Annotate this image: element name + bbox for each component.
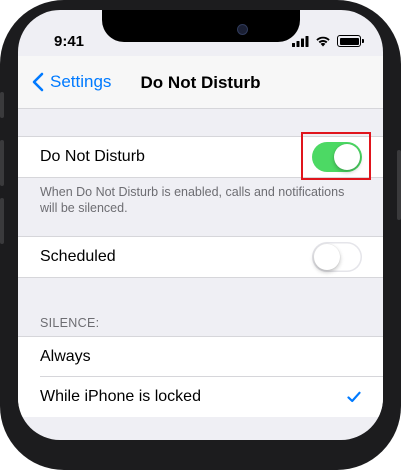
highlight-box: [301, 132, 371, 180]
scheduled-row[interactable]: Scheduled: [18, 236, 383, 278]
notch: [102, 10, 300, 42]
volume-up-button: [0, 140, 4, 186]
scheduled-label: Scheduled: [40, 248, 116, 265]
checkmark-icon: [347, 391, 361, 403]
side-button: [397, 150, 401, 220]
navigation-bar: Settings Do Not Disturb: [18, 56, 383, 109]
phone-screen: 9:41 Settings Do Not Disturb Do Not Dist…: [18, 10, 383, 440]
option-while-locked[interactable]: While iPhone is locked: [18, 377, 383, 417]
volume-down-button: [0, 198, 4, 244]
battery-icon: [337, 35, 364, 47]
wifi-icon: [316, 36, 330, 47]
status-bar: 9:41: [18, 10, 383, 56]
status-time: 9:41: [54, 33, 85, 50]
front-camera-icon: [237, 24, 248, 35]
page-title: Do Not Disturb: [140, 73, 261, 92]
silence-section-header: SILENCE:: [40, 316, 100, 330]
scheduled-toggle[interactable]: [312, 242, 362, 272]
option-label: While iPhone is locked: [40, 388, 201, 405]
dnd-footer-note: When Do Not Disturb is enabled, calls an…: [40, 185, 345, 215]
option-label: Always: [40, 348, 91, 365]
silent-switch: [0, 92, 4, 118]
toggle-knob: [314, 244, 340, 270]
status-icons: [292, 34, 364, 48]
dnd-label: Do Not Disturb: [40, 148, 145, 165]
option-always[interactable]: Always: [18, 336, 383, 377]
cellular-signal-icon: [292, 35, 309, 47]
